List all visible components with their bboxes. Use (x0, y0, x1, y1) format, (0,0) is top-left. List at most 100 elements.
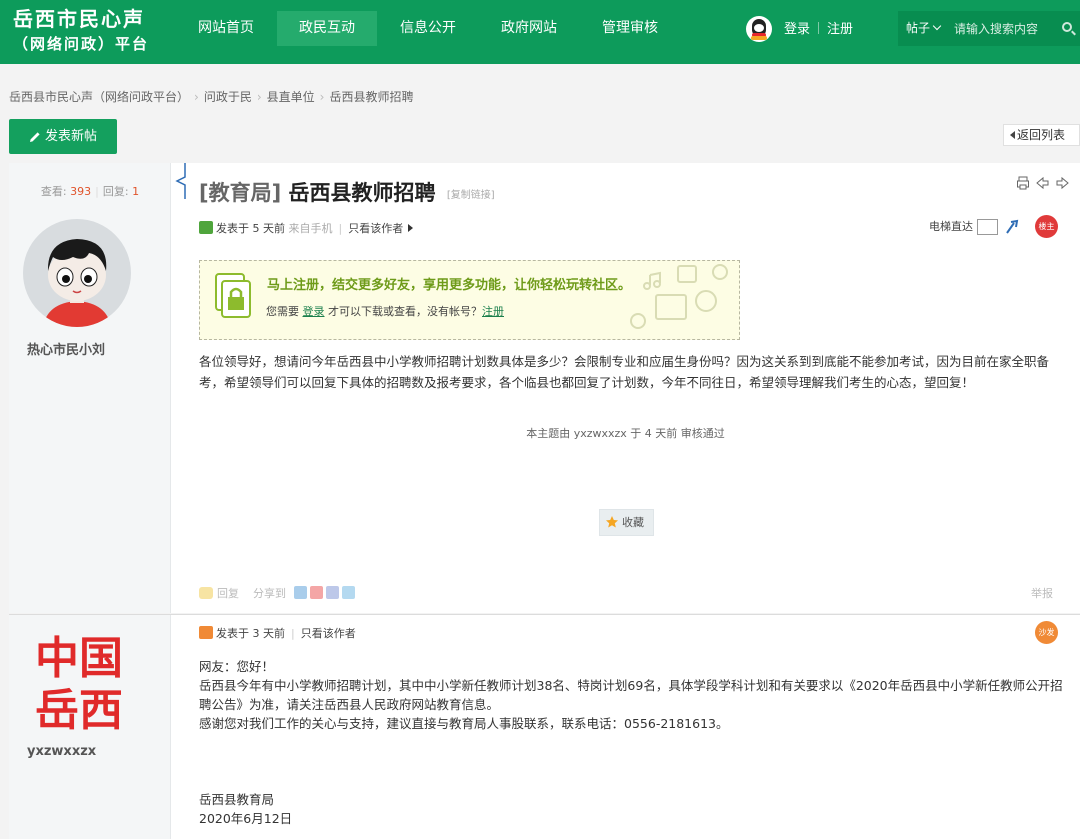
new-post-button[interactable]: 发表新帖 (9, 119, 117, 154)
nav-interaction[interactable]: 政民互动 (277, 11, 377, 46)
search-input[interactable] (954, 19, 1054, 39)
post-title: [教育局] 岳西县教师招聘 [复制链接] (199, 177, 495, 207)
post-source: 来自手机 (288, 222, 333, 235)
back-to-list-label: 返回列表 (1017, 128, 1066, 142)
online-status-icon (199, 221, 213, 234)
post-actions: 回复 分享到 (199, 585, 358, 602)
register-link[interactable]: 注册 (827, 22, 853, 37)
original-post: 查看: 393 | 回复: 1 热心市民小刘 [教育局] 岳西县教师招聘 [复制链接… (9, 163, 1080, 613)
logo-text-top: 中国 (35, 633, 123, 684)
share-baidu-icon[interactable] (325, 586, 339, 599)
search-bar: 帖子 (898, 11, 1080, 46)
new-post-label: 发表新帖 (45, 129, 98, 144)
chevron-right-icon: › (319, 90, 325, 104)
chevron-right-icon: › (194, 90, 199, 104)
floor-jump-label: 电梯直达 (929, 220, 973, 233)
floor-jump: 电梯直达 (929, 219, 1019, 235)
post-time: 发表于 5 天前 (216, 222, 285, 235)
breadcrumb-item[interactable]: 岳西县市民心声（网络问政平台） (9, 90, 189, 104)
search-icon[interactable] (1062, 22, 1072, 32)
back-to-list-button[interactable]: 返回列表 (1003, 124, 1080, 146)
back-arrow-icon (1010, 131, 1015, 139)
post-tools (1017, 176, 1069, 190)
only-author-link[interactable]: 只看该作者 (348, 222, 403, 235)
lock-icon (215, 273, 251, 318)
floor-jump-input[interactable] (977, 219, 998, 235)
nav-home[interactable]: 网站首页 (176, 11, 276, 46)
login-link[interactable]: 登录 (784, 22, 810, 37)
views-count: 393 (70, 185, 92, 198)
search-category-label: 帖子 (906, 21, 931, 35)
qq-login-icon[interactable] (746, 16, 772, 42)
notice-register-link[interactable]: 注册 (482, 305, 504, 318)
print-icon (1017, 176, 1029, 190)
category-tag[interactable]: [教育局] (199, 181, 281, 205)
decoration-icons (630, 264, 728, 329)
share-icons (293, 586, 358, 602)
reply-signature: 岳西县教育局 2020年6月12日 (199, 790, 292, 828)
jump-go-icon[interactable] (1005, 219, 1019, 235)
nav-admin-review[interactable]: 管理审核 (580, 11, 680, 46)
caret-right-icon[interactable] (408, 224, 414, 232)
reply-body: 网友：您好！ 岳西县今年有中小学教师招聘计划，其中中小学新任教师计划38名、特岗… (199, 657, 1067, 733)
nav-government-site[interactable]: 政府网站 (479, 11, 579, 46)
auth-links: 登录 注册 (784, 21, 853, 38)
title-text: 岳西县教师招聘 (288, 181, 436, 205)
yuexi-logo[interactable]: 中国 岳西 (25, 627, 133, 736)
site-logo[interactable]: 岳西市民心声 （网络问政）平台 (13, 7, 149, 57)
star-icon (606, 516, 618, 528)
logo-title: 岳西市民心声 (13, 7, 145, 31)
status-icon (199, 626, 213, 639)
post-time: 发表于 3 天前 (216, 627, 285, 640)
share-qq-icon[interactable] (341, 586, 355, 599)
copy-link-button[interactable]: [复制链接] (447, 190, 495, 201)
reply-line: 网友：您好！ (199, 659, 275, 674)
pencil-icon (30, 132, 40, 142)
register-notice: 马上注册，结交更多好友，享用更多功能，让你轻松玩转社区。 您需要 登录 才可以下… (199, 260, 740, 340)
share-label: 分享到 (253, 587, 286, 600)
notice-text: 您需要 登录 才可以下载或查看，没有帐号？注册 (266, 303, 504, 319)
replies-label: 回复: (102, 185, 129, 198)
breadcrumb-item[interactable]: 问政于民 (204, 90, 252, 104)
notice-text-part: 您需要 (266, 305, 299, 318)
signature-org: 岳西县教育局 (199, 792, 275, 807)
avatar[interactable] (23, 219, 131, 327)
floor-badge: 沙发 (1035, 621, 1058, 644)
notice-text-part: 才可以下载或查看，没有帐号？ (328, 305, 482, 318)
favorite-button[interactable]: 收藏 (599, 509, 654, 536)
reply-button[interactable]: 回复 (217, 587, 239, 600)
share-weibo-icon[interactable] (309, 586, 323, 599)
search-category-dropdown[interactable]: 帖子 (906, 11, 942, 46)
notice-login-link[interactable]: 登录 (303, 305, 325, 318)
author-name[interactable]: 热心市民小刘 (27, 339, 105, 358)
thread-bracket-icon (175, 163, 186, 199)
floor-badge: 楼主 (1035, 215, 1058, 238)
author-name[interactable]: yxzwxxzx (27, 744, 96, 759)
divider (818, 22, 820, 34)
favorite-label: 收藏 (622, 516, 644, 529)
chevron-right-icon: › (256, 90, 262, 104)
reply-icon[interactable] (199, 587, 213, 599)
views-label: 查看: (40, 185, 67, 198)
only-author-link[interactable]: 只看该作者 (301, 627, 356, 640)
report-link[interactable]: 举报 (1031, 585, 1053, 601)
breadcrumb-item[interactable]: 岳西县教师招聘 (329, 90, 413, 104)
post-meta: 发表于 5 天前 来自手机 | 只看该作者 (199, 221, 414, 236)
notice-heading: 马上注册，结交更多好友，享用更多功能，让你轻松玩转社区。 (267, 278, 632, 293)
thread-stats: 查看: 393 | 回复: 1 (40, 185, 140, 198)
post-meta: 发表于 3 天前 | 只看该作者 (199, 626, 356, 641)
reply-line: 岳西县今年有中小学教师招聘计划，其中中小学新任教师计划38名、特岗计划69名，具… (199, 678, 1063, 712)
logo-subtitle: （网络问政）平台 (13, 35, 150, 53)
replies-count: 1 (132, 185, 140, 198)
nav-info-disclosure[interactable]: 信息公开 (378, 11, 478, 46)
author-sidebar: 中国 岳西 yxzwxxzx (9, 615, 171, 839)
top-navigation-bar: 岳西市民心声 （网络问政）平台 网站首页 政民互动 信息公开 政府网站 管理审核… (0, 0, 1080, 64)
author-sidebar: 查看: 393 | 回复: 1 热心市民小刘 (9, 163, 171, 613)
breadcrumb-item[interactable]: 县直单位 (267, 90, 315, 104)
review-note: 本主题由 yxzwxxzx 于 4 天前 审核通过 (526, 427, 725, 440)
post-body: 各位领导好，想请问今年岳西县中小学教师招聘计划数具体是多少？会限制专业和应届生身… (199, 354, 1050, 390)
share-qzone-icon[interactable] (293, 586, 307, 599)
reply-line: 感谢您对我们工作的关心与支持，建议直接与教育局人事股联系，联系电话：0556-2… (199, 716, 729, 731)
signature-date: 2020年6月12日 (199, 811, 293, 826)
chevron-down-icon (932, 21, 942, 31)
